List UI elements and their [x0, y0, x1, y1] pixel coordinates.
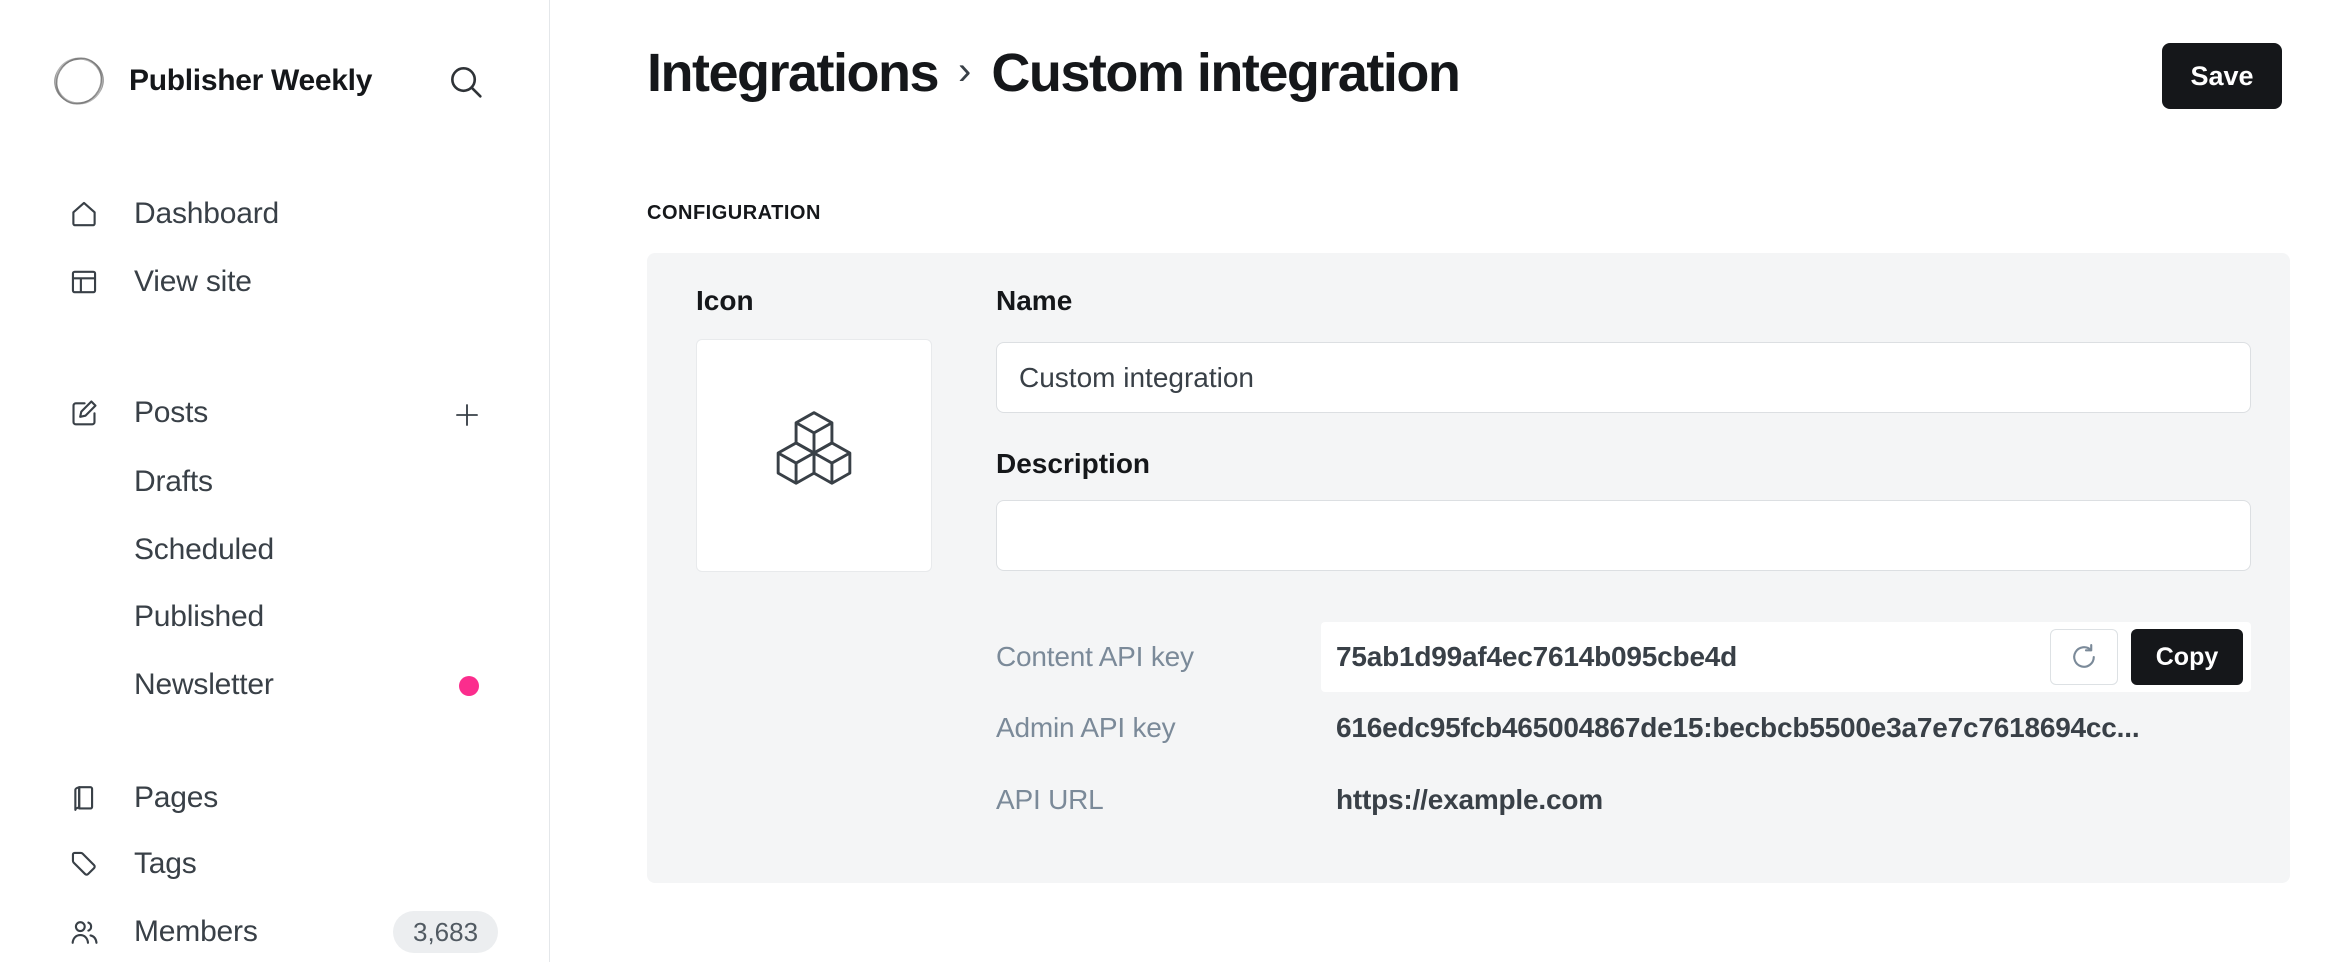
sidebar-item-label: Tags	[134, 847, 197, 881]
cubes-icon	[758, 397, 870, 514]
sidebar-item-members[interactable]: Members 3,683	[0, 909, 550, 955]
sidebar-item-label: Members	[134, 915, 258, 949]
sidebar-item-label: Scheduled	[134, 533, 274, 567]
regenerate-key-button[interactable]	[2050, 629, 2118, 685]
search-icon[interactable]	[443, 59, 489, 105]
copy-button[interactable]: Copy	[2131, 629, 2243, 685]
book-icon	[66, 780, 102, 816]
content-api-key-value[interactable]: 75ab1d99af4ec7614b095cbe4d	[1336, 641, 2050, 673]
browser-layout-icon	[66, 264, 102, 300]
admin-api-key-label: Admin API key	[996, 712, 1321, 744]
sidebar-item-label: View site	[134, 265, 252, 299]
api-url-value[interactable]: https://example.com	[1321, 784, 1603, 816]
sidebar-item-label: Published	[134, 600, 264, 634]
sidebar-item-scheduled[interactable]: Scheduled	[0, 527, 550, 573]
admin-api-key-value[interactable]: 616edc95fcb465004867de15:becbcb5500e3a7e…	[1321, 712, 2139, 744]
content-api-key-row: Content API key 75ab1d99af4ec7614b095cbe…	[996, 622, 2251, 692]
name-field-label: Name	[996, 281, 1072, 321]
admin-api-key-row: Admin API key 616edc95fcb465004867de15:b…	[996, 708, 2251, 748]
sidebar-item-published[interactable]: Published	[0, 594, 550, 640]
sidebar-item-view-site[interactable]: View site	[0, 259, 550, 305]
add-post-plus-icon[interactable]	[450, 398, 484, 432]
description-input[interactable]	[996, 500, 2251, 571]
sidebar: Publisher Weekly Dashboard	[0, 0, 550, 962]
description-field-label: Description	[996, 444, 1150, 484]
breadcrumb-integrations-link[interactable]: Integrations	[647, 42, 938, 104]
edit-pencil-icon	[66, 395, 102, 431]
breadcrumb: Integrations › Custom integration	[647, 38, 1459, 108]
main-content: Integrations › Custom integration Save C…	[551, 0, 2342, 962]
site-title: Publisher Weekly	[129, 64, 372, 98]
api-url-row: API URL https://example.com	[996, 780, 2251, 820]
icon-field-label: Icon	[696, 281, 754, 321]
content-api-key-field: 75ab1d99af4ec7614b095cbe4d Copy	[1321, 622, 2251, 692]
app-window: Publisher Weekly Dashboard	[0, 0, 2342, 962]
api-url-label: API URL	[996, 784, 1321, 816]
configuration-section-label: CONFIGURATION	[647, 202, 821, 225]
save-button[interactable]: Save	[2162, 43, 2282, 109]
sidebar-item-pages[interactable]: Pages	[0, 775, 550, 821]
site-logo-icon[interactable]	[48, 50, 110, 112]
newsletter-notification-dot	[459, 676, 479, 696]
tag-icon	[66, 846, 102, 882]
name-input[interactable]	[996, 342, 2251, 413]
sidebar-item-label: Pages	[134, 781, 218, 815]
sidebar-item-label: Drafts	[134, 465, 213, 499]
sidebar-item-label: Dashboard	[134, 197, 279, 231]
chevron-right-icon: ›	[958, 49, 971, 94]
sidebar-item-dashboard[interactable]: Dashboard	[0, 191, 550, 237]
sidebar-item-newsletter[interactable]: Newsletter	[0, 662, 550, 708]
content-api-key-label: Content API key	[996, 641, 1321, 673]
configuration-panel: Icon Name	[647, 253, 2290, 883]
members-count-badge: 3,683	[393, 911, 498, 953]
sidebar-item-posts[interactable]: Posts	[0, 390, 550, 436]
page-title: Custom integration	[991, 42, 1459, 104]
integration-icon-picker[interactable]	[696, 339, 932, 572]
home-icon	[66, 196, 102, 232]
sidebar-item-drafts[interactable]: Drafts	[0, 459, 550, 505]
sidebar-header: Publisher Weekly	[48, 49, 508, 113]
sidebar-item-tags[interactable]: Tags	[0, 841, 550, 887]
sidebar-item-label: Posts	[134, 396, 208, 430]
people-icon	[66, 914, 102, 950]
sidebar-item-label: Newsletter	[134, 668, 274, 702]
